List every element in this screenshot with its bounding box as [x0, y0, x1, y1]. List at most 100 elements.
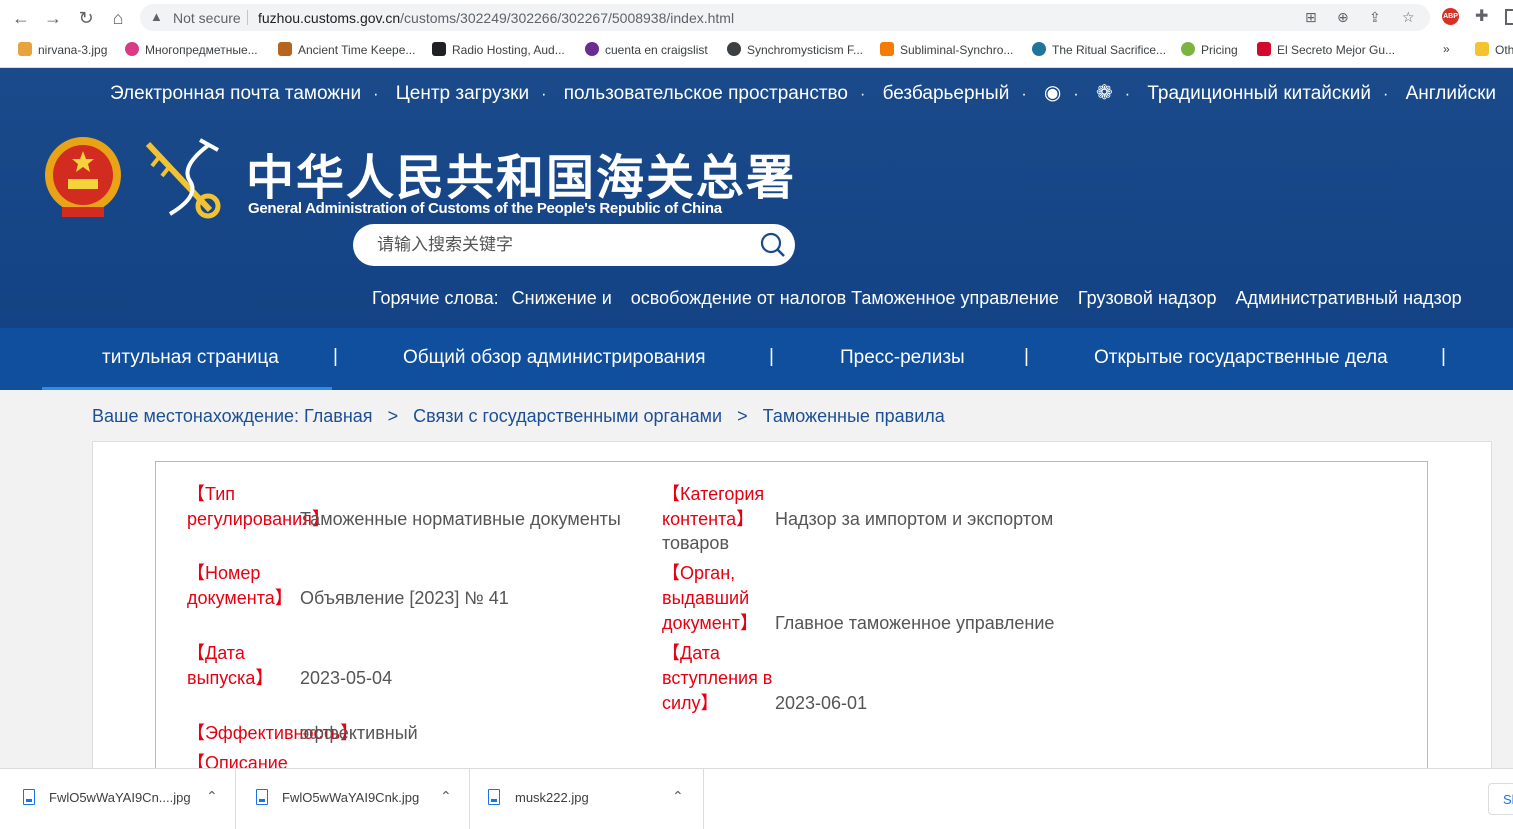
- file-icon: [256, 789, 268, 805]
- download-center-link[interactable]: Центр загрузки: [396, 83, 529, 105]
- customs-key-caduceus-icon: [145, 138, 221, 219]
- bookmark-item[interactable]: Radio Hosting, Aud...: [432, 42, 565, 57]
- adblock-icon[interactable]: ABP: [1442, 8, 1459, 25]
- wordpress-icon: [1032, 42, 1046, 56]
- share-icon[interactable]: ⇪: [1369, 9, 1381, 26]
- hot-word-link[interactable]: Снижение и: [512, 288, 612, 309]
- traditional-chinese-link[interactable]: Традиционный китайский: [1147, 83, 1371, 105]
- omnibox-divider: [247, 10, 248, 25]
- breadcrumb-arrow: >: [387, 406, 399, 426]
- issue-date-value: 2023-05-04: [300, 668, 393, 688]
- bookmark-item[interactable]: Ancient Time Keepe...: [278, 42, 415, 57]
- bookmark-label: Pricing: [1201, 43, 1238, 57]
- weibo-icon[interactable]: ◉: [1044, 80, 1061, 105]
- main-nav: титульная страница | Общий обзор админис…: [0, 328, 1513, 390]
- bookmark-label: cuenta en craigslist: [605, 43, 708, 57]
- search-icon[interactable]: [760, 232, 786, 258]
- nav-separator: |: [769, 346, 774, 367]
- image-file-icon: [18, 42, 32, 56]
- link-divider-dot: ·: [373, 86, 379, 103]
- bookmark-item[interactable]: cuenta en craigslist: [585, 42, 708, 57]
- top-links-bar: Электронная почта таможни · Центр загрузк…: [110, 80, 1496, 105]
- peace-sign-icon: [585, 42, 599, 56]
- issuer-value: Главное таможенное управление: [775, 613, 1055, 633]
- folder-icon: [1475, 42, 1489, 56]
- other-bookmarks-folder[interactable]: Oth: [1475, 42, 1513, 57]
- nav-separator: |: [333, 346, 338, 367]
- pricing-favicon-icon: [1181, 42, 1195, 56]
- translate-icon[interactable]: ⊞: [1305, 9, 1317, 26]
- show-all-button[interactable]: Sh: [1488, 783, 1513, 815]
- bookmark-label: The Ritual Sacrifice...: [1052, 43, 1167, 57]
- url-text[interactable]: fuzhou.customs.gov.cn/customs/302249/302…: [258, 10, 734, 26]
- bookmark-label: nirvana-3.jpg: [38, 43, 108, 57]
- bookmark-item[interactable]: Pricing: [1181, 42, 1238, 57]
- user-space-link[interactable]: пользовательское пространство: [564, 83, 848, 105]
- more-bookmarks-chevron[interactable]: »: [1443, 42, 1450, 56]
- bookmark-label: Synchromysticism F...: [747, 43, 864, 57]
- docnum-value: Объявление [2023] № 41: [300, 588, 509, 608]
- bookmark-item[interactable]: El Secreto Mejor Gu...: [1257, 42, 1395, 57]
- bookmark-item[interactable]: Многопредметные...: [125, 42, 258, 57]
- english-link[interactable]: Английски: [1406, 83, 1496, 105]
- customs-email-link[interactable]: Электронная почта таможни: [110, 83, 361, 105]
- breadcrumb-home[interactable]: Главная: [304, 406, 373, 426]
- warning-triangle-icon[interactable]: ▲: [150, 9, 163, 24]
- category-value-cont: товаров: [662, 533, 730, 553]
- category-value: Надзор за импортом и экспортом: [775, 509, 1054, 529]
- url-host: fuzhou.customs.gov.cn: [258, 10, 401, 26]
- download-item[interactable]: musk222.jpg ⌃: [470, 769, 704, 829]
- bookmark-item[interactable]: nirvana-3.jpg: [18, 42, 107, 57]
- side-panel-icon[interactable]: [1505, 9, 1513, 25]
- link-divider-dot: ·: [1124, 86, 1131, 103]
- zoom-icon[interactable]: ⊕: [1337, 9, 1349, 26]
- not-secure-label[interactable]: Not secure: [173, 10, 241, 26]
- reload-icon[interactable]: ↻: [75, 7, 97, 29]
- nav-administration-overview[interactable]: Общий обзор администрирования: [403, 347, 706, 369]
- bookmark-label: Oth: [1495, 43, 1513, 57]
- globe-icon: [727, 42, 741, 56]
- hot-word-link[interactable]: Административный надзор: [1236, 288, 1462, 309]
- bookmark-label: Subliminal-Synchro...: [900, 43, 1014, 57]
- file-icon: [488, 789, 500, 805]
- effective-date-value: 2023-06-01: [775, 693, 868, 713]
- nav-open-government[interactable]: Открытые государственные дела: [1094, 347, 1388, 369]
- site-favicon-icon: [278, 42, 292, 56]
- search-input[interactable]: [377, 232, 737, 258]
- hot-word-link[interactable]: освобождение от налогов Таможенное управ…: [631, 288, 1059, 309]
- file-icon: [23, 789, 35, 805]
- site-subtitle: General Administration of Customs of the…: [248, 200, 722, 217]
- nav-home[interactable]: титульная страница: [102, 347, 279, 369]
- bookmark-item[interactable]: Subliminal-Synchro...: [880, 42, 1013, 57]
- accessibility-link[interactable]: безбарьерный: [883, 83, 1010, 105]
- bookmark-item[interactable]: Synchromysticism F...: [727, 42, 863, 57]
- bookmark-label: El Secreto Mejor Gu...: [1277, 43, 1396, 57]
- download-filename: FwlO5wWaYAI9Cn....jpg: [49, 790, 191, 805]
- wechat-icon[interactable]: ❁: [1096, 80, 1113, 105]
- type-label: 【Тип регулирования】: [187, 484, 330, 529]
- chevron-up-icon[interactable]: ⌃: [206, 788, 218, 805]
- extensions-puzzle-icon[interactable]: ✚: [1475, 6, 1488, 26]
- back-arrow-icon[interactable]: ←: [10, 7, 32, 29]
- huawei-logo-icon: [1257, 42, 1271, 56]
- link-divider-dot: ·: [860, 86, 866, 103]
- download-item[interactable]: FwlO5wWaYAI9Cnk.jpg ⌃: [236, 769, 470, 829]
- link-divider-dot: ·: [1382, 86, 1389, 103]
- bookmark-star-icon[interactable]: ☆: [1402, 9, 1415, 26]
- breadcrumb-level2[interactable]: Таможенные правила: [763, 406, 945, 426]
- nav-separator: |: [1024, 346, 1029, 367]
- breadcrumb-level1[interactable]: Связи с государственными органами: [413, 406, 722, 426]
- bookmark-item[interactable]: The Ritual Sacrifice...: [1032, 42, 1166, 57]
- forward-arrow-icon[interactable]: →: [42, 7, 64, 29]
- chevron-up-icon[interactable]: ⌃: [672, 788, 684, 805]
- nav-press-releases[interactable]: Пресс-релизы: [840, 347, 965, 369]
- download-item[interactable]: FwlO5wWaYAI9Cn....jpg ⌃: [0, 769, 236, 829]
- chevron-up-icon[interactable]: ⌃: [440, 788, 452, 805]
- validity-value: эффективный: [300, 723, 418, 743]
- address-bar[interactable]: ▲ Not secure fuzhou.customs.gov.cn/custo…: [140, 4, 1430, 31]
- hot-word-link[interactable]: Грузовой надзор: [1078, 288, 1217, 309]
- home-icon[interactable]: ⌂: [107, 7, 129, 29]
- search-box: [353, 224, 795, 266]
- bookmarks-bar: nirvana-3.jpg Многопредметные... Ancient…: [0, 35, 1513, 68]
- radio-logo-icon: [432, 42, 446, 56]
